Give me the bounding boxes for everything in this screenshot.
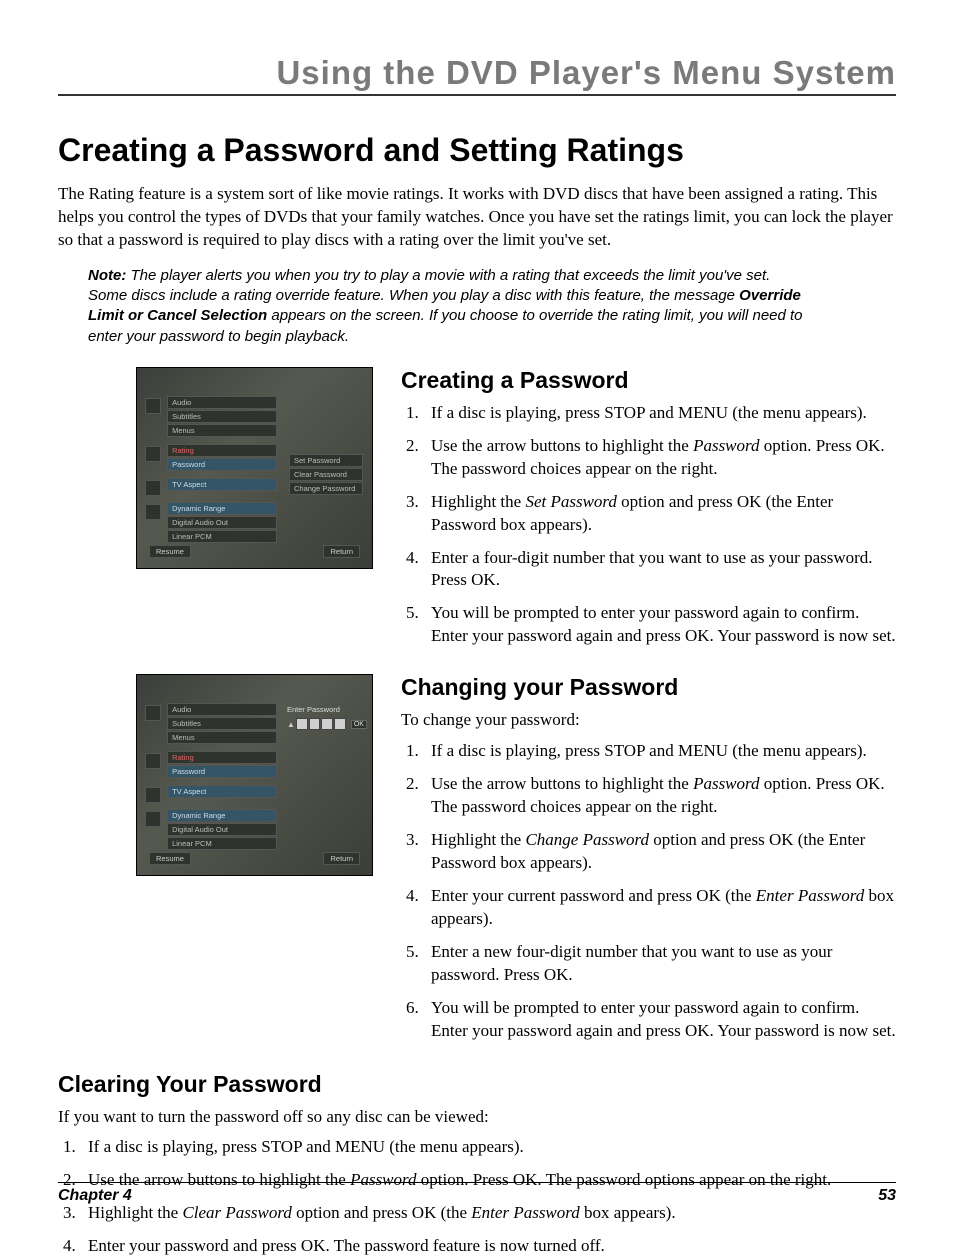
menu-item-selected: Password [167, 765, 277, 778]
enter-password-box: Enter Password ▲ OK [287, 705, 367, 730]
lead-text: To change your password: [401, 709, 896, 732]
lead-text: If you want to turn the password off so … [58, 1106, 896, 1129]
menu-item: Linear PCM [167, 837, 277, 850]
menu-item: Digital Audio Out [167, 823, 277, 836]
step: Highlight the Set Password option and pr… [423, 491, 896, 537]
step: Use the arrow buttons to highlight the P… [423, 435, 896, 481]
menu-item: Rating [167, 751, 277, 764]
menu-item: Dynamic Range [167, 502, 277, 515]
menu-item: Subtitles [167, 717, 277, 730]
joystick-icon [145, 398, 161, 414]
step: Enter your password and press OK. The pa… [80, 1235, 896, 1258]
lock-icon [145, 446, 161, 462]
menu-item: Dynamic Range [167, 809, 277, 822]
step: Enter a four-digit number that you want … [423, 547, 896, 593]
page-title: Creating a Password and Setting Ratings [58, 132, 896, 169]
ok-button: OK [351, 720, 367, 729]
step: If a disc is playing, press STOP and MEN… [423, 740, 896, 763]
screenshot-1: Audio Subtitles Menus Rating Password [136, 367, 373, 569]
intro-paragraph: The Rating feature is a system sort of l… [58, 183, 896, 252]
speaker-icon [145, 811, 161, 827]
submenu-item: Change Password [289, 482, 363, 495]
joystick-icon [145, 705, 161, 721]
resume-button: Resume [149, 545, 191, 558]
return-button: Return [323, 545, 360, 558]
menu-item: TV Aspect [167, 478, 277, 491]
page-number: 53 [878, 1187, 896, 1205]
note-block: Note: The player alerts you when you try… [88, 266, 808, 347]
lock-icon [145, 753, 161, 769]
steps-list-1: If a disc is playing, press STOP and MEN… [401, 402, 896, 648]
menu-item: Menus [167, 424, 277, 437]
page-footer: Chapter 4 53 [58, 1182, 896, 1205]
menu-item: Rating [167, 444, 277, 457]
running-header: Using the DVD Player's Menu System [58, 54, 896, 96]
menu-item: Audio [167, 396, 277, 409]
steps-list-2: If a disc is playing, press STOP and MEN… [401, 740, 896, 1042]
submenu-item: Clear Password [289, 468, 363, 481]
menu-item: TV Aspect [167, 785, 277, 798]
step: Enter your current password and press OK… [423, 885, 896, 931]
step: You will be prompted to enter your passw… [423, 602, 896, 648]
menu-item: Digital Audio Out [167, 516, 277, 529]
return-button: Return [323, 852, 360, 865]
chapter-label: Chapter 4 [58, 1187, 132, 1205]
step: You will be prompted to enter your passw… [423, 997, 896, 1043]
menu-item: Subtitles [167, 410, 277, 423]
step: If a disc is playing, press STOP and MEN… [423, 402, 896, 425]
step: Highlight the Clear Password option and … [80, 1202, 896, 1225]
menu-item: Linear PCM [167, 530, 277, 543]
section-heading: Changing your Password [401, 674, 896, 701]
screenshot-2: Audio Subtitles Menus Rating Password [136, 674, 373, 876]
note-label: Note: [88, 267, 126, 284]
tv-icon [145, 480, 161, 496]
tv-icon [145, 787, 161, 803]
section-heading: Creating a Password [401, 367, 896, 394]
note-text-1: The player alerts you when you try to pl… [88, 267, 770, 304]
menu-item-selected: Password [167, 458, 277, 471]
menu-item: Audio [167, 703, 277, 716]
submenu: Set Password Clear Password Change Passw… [289, 454, 363, 496]
section-heading: Clearing Your Password [58, 1071, 896, 1098]
speaker-icon [145, 504, 161, 520]
submenu-item: Set Password [289, 454, 363, 467]
step: Use the arrow buttons to highlight the P… [423, 773, 896, 819]
step: Enter a new four-digit number that you w… [423, 941, 896, 987]
step: Highlight the Change Password option and… [423, 829, 896, 875]
menu-item: Menus [167, 731, 277, 744]
resume-button: Resume [149, 852, 191, 865]
step: If a disc is playing, press STOP and MEN… [80, 1136, 896, 1159]
